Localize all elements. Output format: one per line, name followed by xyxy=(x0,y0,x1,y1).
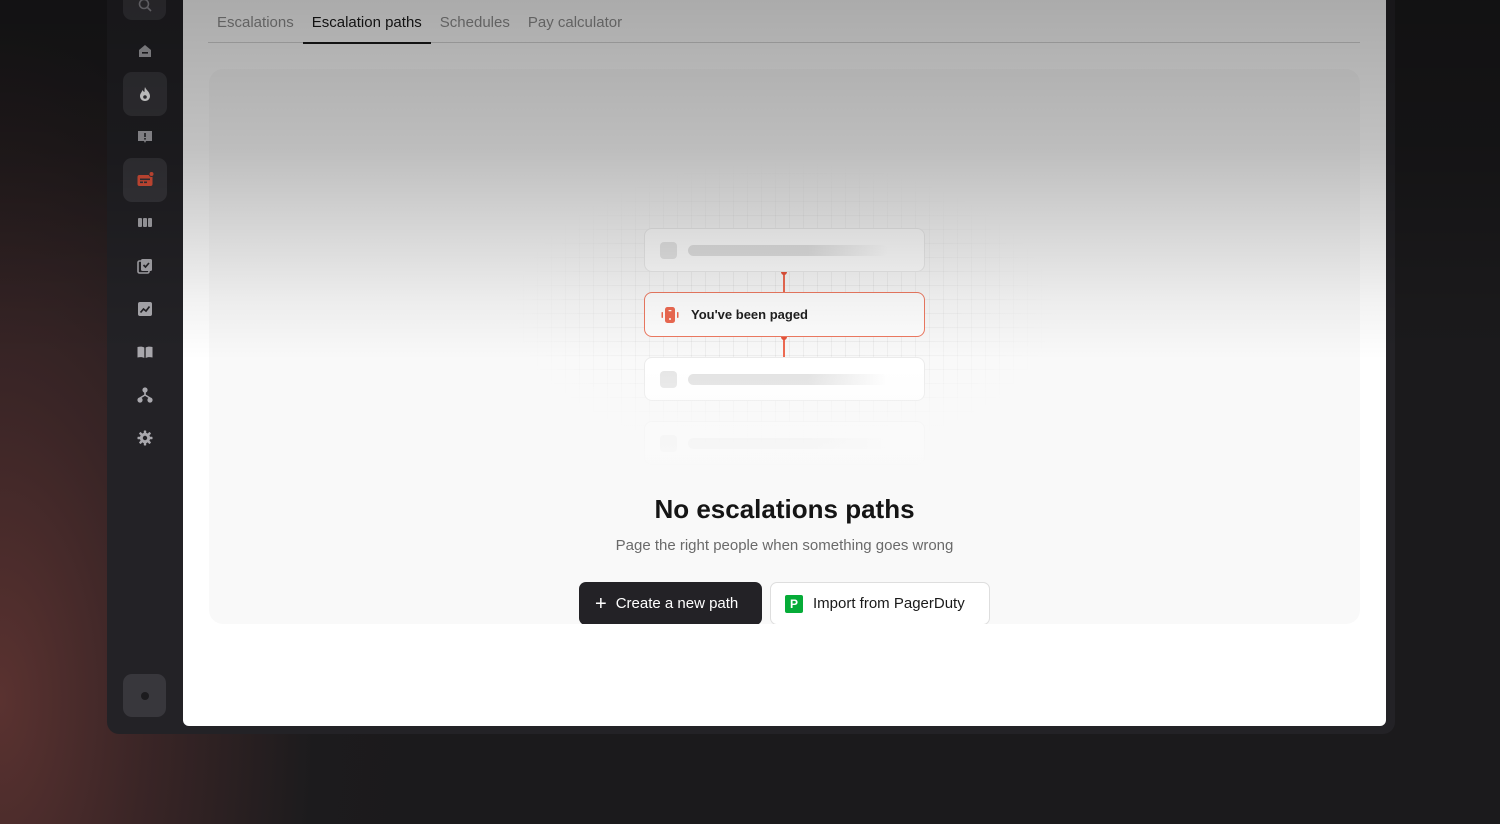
sidebar-item-follow-ups[interactable] xyxy=(123,244,167,288)
chart-icon xyxy=(138,302,152,316)
sidebar-item-alerts[interactable] xyxy=(123,115,167,159)
sidebar-item-boards[interactable] xyxy=(123,201,167,245)
paged-label: You've been paged xyxy=(691,307,808,322)
gear-icon xyxy=(137,430,153,446)
flame-icon xyxy=(140,87,150,101)
import-pagerduty-button[interactable]: P Import from PagerDuty xyxy=(770,582,990,624)
book-icon xyxy=(137,346,153,358)
pager-icon xyxy=(661,306,679,323)
sidebar-item-catalog[interactable] xyxy=(123,330,167,374)
import-pagerduty-label: Import from PagerDuty xyxy=(813,595,965,612)
alert-message-icon xyxy=(138,131,152,143)
avatar xyxy=(140,691,149,700)
tab-schedules[interactable]: Schedules xyxy=(431,0,519,43)
connector-line xyxy=(783,272,785,293)
placeholder-icon xyxy=(660,241,677,259)
tab-bar: Escalations Escalation paths Schedules P… xyxy=(208,0,1360,44)
main-content: Escalations Escalation paths Schedules P… xyxy=(183,0,1386,726)
sidebar-item-insights[interactable] xyxy=(123,287,167,331)
sidebar-item-teams[interactable] xyxy=(123,373,167,417)
create-path-label: Create a new path xyxy=(615,595,739,612)
home-icon xyxy=(139,45,151,57)
placeholder-card xyxy=(644,228,925,272)
pager-icon xyxy=(137,171,154,186)
empty-state-title: No escalations paths xyxy=(654,494,915,524)
org-chart-icon xyxy=(137,387,153,403)
sidebar-item-home[interactable] xyxy=(123,29,167,73)
tab-pay-calculator[interactable]: Pay calculator xyxy=(519,0,631,43)
sidebar xyxy=(107,0,183,734)
tab-escalation-paths[interactable]: Escalation paths xyxy=(302,0,431,44)
empty-state-panel: You've been paged No escalations paths P… xyxy=(209,69,1360,624)
sidebar-item-incidents[interactable] xyxy=(123,72,167,116)
columns-icon xyxy=(138,218,152,227)
user-menu-button[interactable] xyxy=(123,674,166,717)
placeholder-line xyxy=(688,244,888,256)
tab-escalations[interactable]: Escalations xyxy=(208,0,303,43)
pagerduty-logo-icon: P xyxy=(785,594,803,613)
connector-line xyxy=(783,337,785,358)
sidebar-item-settings[interactable] xyxy=(123,416,167,460)
paged-card: You've been paged xyxy=(644,292,925,337)
create-path-button[interactable]: + Create a new path xyxy=(579,582,762,624)
checklist-icon xyxy=(137,259,152,274)
plus-icon: + xyxy=(595,592,607,615)
illustration-fade xyxy=(209,369,1360,489)
sidebar-item-on-call[interactable] xyxy=(123,158,167,202)
empty-state-subtitle: Page the right people when something goe… xyxy=(615,537,954,554)
